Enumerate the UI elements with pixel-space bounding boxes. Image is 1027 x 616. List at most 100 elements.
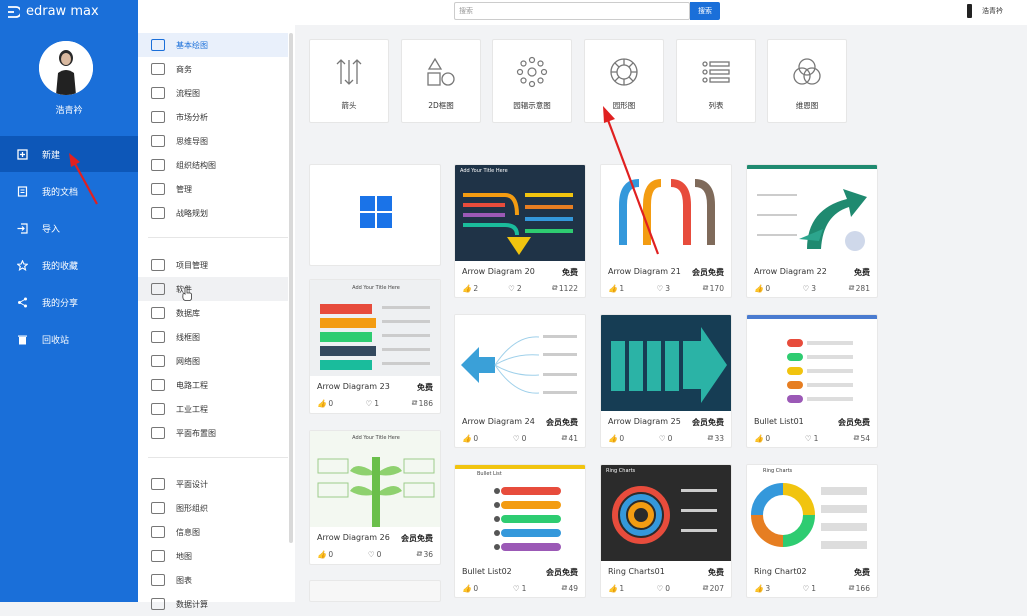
category-org-chart[interactable]: 组织结构图 (138, 153, 288, 177)
fav-count[interactable]: ♡ 1 (513, 583, 527, 593)
fav-count[interactable]: ♡ 1 (802, 583, 816, 593)
copy-count[interactable]: ⧉ 166 (848, 583, 870, 593)
category-wireframe[interactable]: 线框图 (138, 325, 288, 349)
nav-import[interactable]: 导入 (0, 210, 138, 246)
thumbs-up-icon: 👍 (462, 433, 472, 443)
category-scrollbar[interactable] (289, 33, 293, 543)
category-chart[interactable]: 图表 (138, 568, 288, 592)
template-gallery: Add Your Title Here Arrow Diagram 20 免费 👍… (295, 146, 1027, 602)
like-count[interactable]: 👍 1 (608, 583, 624, 593)
nav-shared[interactable]: 我的分享 (0, 284, 138, 320)
copy-count[interactable]: ⧉ 49 (561, 583, 578, 593)
like-count[interactable]: 👍 0 (317, 398, 333, 408)
copy-count[interactable]: ⧉ 1122 (552, 283, 578, 293)
template-card[interactable]: Arrow Diagram 21 会员免费 👍 1 ♡ 3 ⧉ 170 (600, 164, 732, 298)
nav-new[interactable]: 新建 (0, 136, 138, 172)
category-infographic[interactable]: 信息图 (138, 520, 288, 544)
type-card-ring[interactable]: 园形图 (584, 39, 664, 123)
avatar[interactable] (39, 41, 93, 95)
copy-count[interactable]: ⧉ 186 (411, 398, 433, 408)
template-card[interactable]: Bullet List01 会员免费 👍 0 ♡ 1 ⧉ 54 (746, 314, 878, 448)
like-count[interactable]: 👍 0 (608, 433, 624, 443)
copy-count[interactable]: ⧉ 36 (416, 549, 433, 559)
top-user[interactable]: 浩青衿 (967, 4, 1003, 18)
nav-favorites[interactable]: 我的收藏 (0, 247, 138, 283)
fav-count[interactable]: ♡ 3 (656, 283, 670, 293)
template-card[interactable]: Arrow Diagram 22 免费 👍 0 ♡ 3 ⧉ 281 (746, 164, 878, 298)
fav-count[interactable]: ♡ 0 (368, 549, 382, 559)
fav-count[interactable]: ♡ 1 (805, 433, 819, 443)
category-label: 地图 (176, 551, 192, 561)
category-software[interactable]: 软件 (138, 277, 288, 301)
category-database[interactable]: 数据库 (138, 301, 288, 325)
template-card[interactable]: Bullet List Bullet List02 会员免费 👍 0 ♡ 1 ⧉ 49 (454, 464, 586, 598)
like-count[interactable]: 👍 0 (754, 433, 770, 443)
category-map[interactable]: 地图 (138, 544, 288, 568)
search-button[interactable]: 搜索 (690, 2, 720, 20)
category-project-management[interactable]: 项目管理 (138, 253, 288, 277)
category-industrial[interactable]: 工业工程 (138, 397, 288, 421)
fav-count[interactable]: ♡ 0 (513, 433, 527, 443)
basic-shapes-icon (151, 39, 165, 51)
template-card[interactable]: Add Your Title Here Arrow Diagram 20 免费 👍… (454, 164, 586, 298)
category-management[interactable]: 管理 (138, 177, 288, 201)
copy-count[interactable]: ⧉ 281 (848, 283, 870, 293)
category-flowchart[interactable]: 流程图 (138, 81, 288, 105)
fav-count[interactable]: ♡ 2 (508, 283, 522, 293)
copy-count[interactable]: ⧉ 33 (707, 433, 724, 443)
like-count[interactable]: 👍 2 (462, 283, 478, 293)
category-data-calc[interactable]: 数据计算 (138, 592, 288, 616)
like-count[interactable]: 👍 0 (462, 433, 478, 443)
copy-count[interactable]: ⧉ 41 (561, 433, 578, 443)
fav-count[interactable]: ♡ 0 (659, 433, 673, 443)
type-card-arrow[interactable]: 箭头 (309, 39, 389, 123)
like-count[interactable]: 👍 0 (462, 583, 478, 593)
template-card[interactable]: Ring Charts Ring Chart02 免费 👍 3 ♡ 1 ⧉ 166 (746, 464, 878, 598)
fav-count[interactable]: ♡ 1 (365, 398, 379, 408)
template-card[interactable]: Ring Charts Ring Charts01 免费 👍 1 ♡ 0 ⧉ 207 (600, 464, 732, 598)
category-electrical[interactable]: 电路工程 (138, 373, 288, 397)
app-logo[interactable]: edraw max (6, 4, 99, 19)
category-label: 图表 (176, 575, 192, 585)
template-card[interactable]: Add Your Title Here Arrow Diagram 23 免费 👍… (309, 279, 441, 414)
template-price: 免费 (417, 383, 433, 392)
like-count[interactable]: 👍 0 (754, 283, 770, 293)
search-input[interactable]: 搜索 (454, 2, 690, 20)
type-card-radial[interactable]: 园辐示意图 (492, 39, 572, 123)
category-graphic-organizer[interactable]: 图形组织 (138, 496, 288, 520)
copy-count[interactable]: ⧉ 207 (702, 583, 724, 593)
nav-my-docs[interactable]: 我的文档 (0, 173, 138, 209)
org-chart-icon (151, 159, 165, 171)
category-market-analysis[interactable]: 市场分析 (138, 105, 288, 129)
fav-count[interactable]: ♡ 3 (802, 283, 816, 293)
category-graphic-design[interactable]: 平面设计 (138, 472, 288, 496)
like-count[interactable]: 👍 1 (608, 283, 624, 293)
template-card[interactable]: Arrow Diagram 25 会员免费 👍 0 ♡ 0 ⧉ 33 (600, 314, 732, 448)
copy-count[interactable]: ⧉ 170 (702, 283, 724, 293)
category-strategy[interactable]: 战略规划 (138, 201, 288, 225)
template-card-partial[interactable] (309, 580, 441, 602)
template-card[interactable]: Arrow Diagram 24 会员免费 👍 0 ♡ 0 ⧉ 41 (454, 314, 586, 448)
new-blank-card[interactable] (309, 164, 441, 266)
like-count[interactable]: 👍 3 (754, 583, 770, 593)
nav-trash[interactable]: 回收站 (0, 321, 138, 357)
infographic-icon (151, 526, 165, 538)
nav-label: 新建 (42, 150, 61, 161)
category-network[interactable]: 网络图 (138, 349, 288, 373)
template-card[interactable]: Add Your Title Here Arrow Diagram 26 会员免费… (309, 430, 441, 565)
category-business[interactable]: 商务 (138, 57, 288, 81)
type-card-2d-block[interactable]: 2D框图 (401, 39, 481, 123)
briefcase-icon (151, 63, 165, 75)
category-basic-drawing[interactable]: 基本绘图 (138, 33, 288, 57)
category-label: 思维导图 (176, 136, 208, 146)
type-card-list[interactable]: 列表 (676, 39, 756, 123)
template-price: 会员免费 (692, 418, 724, 427)
copy-icon: ⧉ (411, 398, 417, 407)
type-card-venn[interactable]: 维恩图 (767, 39, 847, 123)
template-title: Arrow Diagram 25 (608, 417, 681, 426)
category-mind-map[interactable]: 思维导图 (138, 129, 288, 153)
like-count[interactable]: 👍 0 (317, 549, 333, 559)
category-floor-plan[interactable]: 平面布置图 (138, 421, 288, 445)
fav-count[interactable]: ♡ 0 (656, 583, 670, 593)
copy-count[interactable]: ⧉ 54 (853, 433, 870, 443)
